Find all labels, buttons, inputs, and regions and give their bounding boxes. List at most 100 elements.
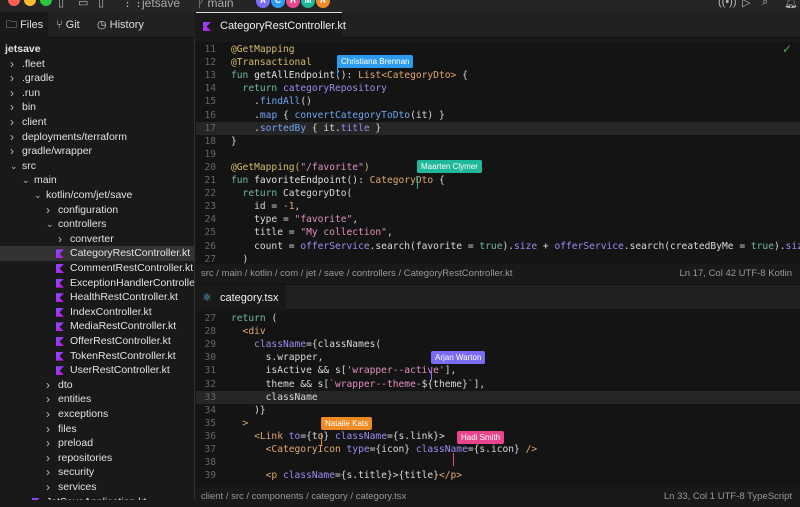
- chevron-right-icon[interactable]: ›: [10, 115, 14, 130]
- avatar-c[interactable]: C: [271, 0, 285, 8]
- chevron-right-icon[interactable]: ›: [10, 100, 14, 115]
- editor-tab-category-rest-controller[interactable]: CategoryRestController.kt: [196, 12, 346, 39]
- tree-item[interactable]: › .run: [0, 86, 194, 101]
- chevron-right-icon[interactable]: ›: [46, 480, 50, 495]
- tree-item-label: ExceptionHandlerController: [70, 276, 195, 289]
- code-token: ).: [773, 240, 786, 252]
- tree-item[interactable]: › gradle/wrapper: [0, 144, 194, 159]
- editor-status[interactable]: Ln 17, Col 42 UTF-8 Kotlin: [680, 264, 792, 284]
- broadcast-icon[interactable]: ((•)): [718, 0, 737, 8]
- chevron-down-icon[interactable]: ⌄: [10, 159, 18, 174]
- avatar-a[interactable]: A: [256, 0, 270, 8]
- tree-item-label: src: [22, 159, 36, 172]
- code-token: ={s.link}>: [386, 430, 445, 442]
- chevron-right-icon[interactable]: ›: [46, 451, 50, 466]
- chevron-right-icon[interactable]: ›: [46, 392, 50, 407]
- code-line: 20 @GetMapping("/favorite"): [196, 161, 800, 174]
- breadcrumb-path[interactable]: src / main / kotlin / com / jet / save /…: [201, 268, 513, 279]
- minimize-window-button[interactable]: [24, 0, 36, 6]
- code-token: @Transactional: [231, 57, 312, 69]
- tree-item[interactable]: › repositories: [0, 451, 194, 466]
- tree-item[interactable]: › converter: [0, 232, 194, 247]
- chevron-right-icon[interactable]: ›: [10, 130, 14, 145]
- code-token: className: [282, 470, 335, 482]
- tree-item[interactable]: › preload: [0, 436, 194, 451]
- tree-item[interactable]: HealthRestController.kt: [0, 290, 194, 305]
- chevron-right-icon[interactable]: ›: [58, 232, 62, 247]
- tree-item-label: gradle/wrapper: [22, 145, 93, 158]
- chevron-down-icon[interactable]: ⌄: [22, 173, 30, 188]
- branch-selector[interactable]: ᚹ main: [197, 0, 234, 10]
- tree-item[interactable]: MediaRestController.kt: [0, 319, 194, 334]
- close-window-button[interactable]: [8, 0, 20, 6]
- code-editor-kotlin[interactable]: ✓ 11 @GetMapping 12 @Transactional 13 fun get…: [196, 42, 800, 264]
- line-number: 34: [204, 404, 216, 416]
- line-content: .map { convertCategoryToDto(it) }: [231, 109, 445, 122]
- tree-item[interactable]: › dto: [0, 378, 194, 393]
- search-icon[interactable]: ⌕: [762, 0, 768, 9]
- editor-tab-category-tsx[interactable]: ⚛ category.tsx ×: [196, 285, 286, 330]
- code-line: 33 className: [196, 390, 800, 404]
- code-editor-tsx[interactable]: 27 return (28 <div 29 className={className…: [196, 311, 800, 487]
- editor-status[interactable]: Ln 33, Col 1 UTF-8 TypeScript: [664, 487, 792, 507]
- maximize-window-button[interactable]: [40, 0, 52, 6]
- toggle-right-panel-icon[interactable]: ▯: [98, 0, 104, 9]
- chevron-right-icon[interactable]: ›: [46, 203, 50, 218]
- notifications-icon[interactable]: 🔔︎: [784, 0, 798, 9]
- tree-item[interactable]: TokenRestController.kt: [0, 349, 194, 364]
- toggle-bottom-panel-icon[interactable]: ▭: [78, 0, 88, 9]
- grid-menu-icon[interactable]: ⋮⋮: [122, 0, 144, 9]
- collaborator-cursor-label: Hadi Smith: [457, 431, 505, 444]
- chevron-down-icon[interactable]: ⌄: [34, 188, 42, 203]
- avatar-m[interactable]: M: [301, 0, 315, 8]
- tree-item[interactable]: CommentRestController.kt: [0, 261, 194, 276]
- tree-item[interactable]: ⌄ main: [0, 173, 194, 188]
- chevron-right-icon[interactable]: ›: [10, 71, 14, 86]
- tree-item[interactable]: › security: [0, 465, 194, 480]
- tree-item[interactable]: › deployments/terraform: [0, 130, 194, 145]
- chevron-right-icon[interactable]: ›: [46, 422, 50, 437]
- tree-item[interactable]: › .gradle: [0, 71, 194, 86]
- code-token: )}: [231, 404, 266, 416]
- tree-item-label: CommentRestController.kt: [70, 262, 194, 274]
- tree-item-label: services: [58, 481, 97, 493]
- chevron-down-icon[interactable]: ⌄: [46, 217, 54, 232]
- chevron-right-icon[interactable]: ›: [10, 57, 14, 72]
- code-token: ],: [444, 365, 457, 377]
- tree-item[interactable]: › services: [0, 480, 194, 495]
- tab-files[interactable]: 🗀︎ Files: [0, 12, 48, 38]
- avatar-n[interactable]: N: [316, 0, 330, 8]
- tree-item[interactable]: › entities: [0, 392, 194, 407]
- tree-item[interactable]: › client: [0, 115, 194, 130]
- tree-item[interactable]: ⌄ src: [0, 159, 194, 174]
- tab-git[interactable]: ⑂ Git: [56, 12, 80, 38]
- breadcrumb-path[interactable]: client / src / components / category / c…: [201, 491, 406, 502]
- chevron-right-icon[interactable]: ›: [10, 86, 14, 101]
- tree-item[interactable]: jetsave: [0, 42, 194, 57]
- tree-item[interactable]: › files: [0, 422, 194, 437]
- chevron-right-icon[interactable]: ›: [46, 378, 50, 393]
- project-selector[interactable]: jetsave: [142, 0, 180, 10]
- line-content: type = "favorite",: [231, 213, 358, 226]
- tree-item[interactable]: ⌄ controllers: [0, 217, 194, 232]
- tree-item[interactable]: OfferRestController.kt: [0, 334, 194, 349]
- tree-item[interactable]: › exceptions: [0, 407, 194, 422]
- tree-item[interactable]: ExceptionHandlerController: [0, 276, 194, 291]
- tree-item[interactable]: ⌄ kotlin/com/jet/save: [0, 188, 194, 203]
- tree-item[interactable]: CategoryRestController.kt: [0, 246, 194, 261]
- tree-item[interactable]: › configuration: [0, 203, 194, 218]
- chevron-right-icon[interactable]: ›: [46, 465, 50, 480]
- tree-item[interactable]: IndexController.kt: [0, 305, 194, 320]
- tree-item[interactable]: JetSaveApplication.kt: [0, 495, 194, 500]
- run-icon[interactable]: ▷: [742, 0, 750, 9]
- avatar-h[interactable]: H: [286, 0, 300, 8]
- toggle-left-panel-icon[interactable]: ▯: [58, 0, 64, 9]
- tab-history[interactable]: ◷ History: [97, 12, 144, 38]
- chevron-right-icon[interactable]: ›: [46, 407, 50, 422]
- kotlin-file-icon: [56, 366, 64, 376]
- chevron-right-icon[interactable]: ›: [46, 436, 50, 451]
- tree-item[interactable]: UserRestController.kt: [0, 363, 194, 378]
- tree-item[interactable]: › .fleet: [0, 57, 194, 72]
- chevron-right-icon[interactable]: ›: [10, 144, 14, 159]
- tree-item[interactable]: › bin: [0, 100, 194, 115]
